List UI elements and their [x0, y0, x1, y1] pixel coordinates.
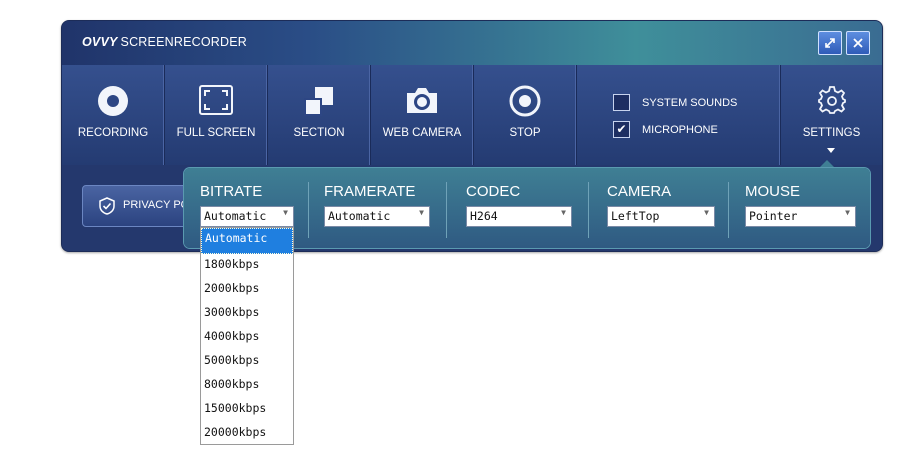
divider [308, 182, 309, 238]
camera-select[interactable]: LeftTop ▼ [607, 206, 715, 227]
bitrate-option[interactable]: 5000kbps [201, 350, 293, 374]
fullscreen-icon [199, 85, 233, 115]
camera-icon [407, 88, 437, 113]
full-screen-label: FULL SCREEN [176, 127, 256, 139]
web-camera-button[interactable]: WEB CAMERA [371, 65, 474, 165]
bitrate-option[interactable]: 20000kbps [201, 422, 293, 446]
chevron-down-icon: ▼ [283, 208, 288, 217]
system-sounds-label: SYSTEM SOUNDS [642, 96, 738, 109]
bitrate-option[interactable]: 2000kbps [201, 278, 293, 302]
codec-label: CODEC [466, 183, 521, 200]
web-camera-label: WEB CAMERA [382, 127, 462, 139]
stop-icon [509, 85, 541, 117]
product-name: SCREENRECORDER [120, 35, 247, 49]
chevron-down-icon: ▼ [561, 208, 566, 217]
brand-name: OVVY [82, 35, 118, 49]
close-icon [853, 38, 863, 48]
section-label: SECTION [293, 127, 345, 139]
panel-pointer [819, 160, 835, 168]
title-bar[interactable]: OVVY SCREENRECORDER [62, 21, 882, 65]
bitrate-dropdown-list: Automatic 1800kbps 2000kbps 3000kbps 400… [200, 227, 294, 445]
chevron-down-icon: ▼ [845, 208, 850, 217]
section-icon [304, 87, 333, 116]
settings-label: SETTINGS [802, 127, 861, 139]
stop-label: STOP [509, 127, 541, 139]
framerate-select[interactable]: Automatic ▼ [324, 206, 430, 227]
framerate-label: FRAMERATE [324, 183, 416, 200]
chevron-down-icon: ▼ [704, 208, 709, 217]
maximize-button[interactable] [818, 31, 842, 55]
mouse-value: Pointer [749, 209, 798, 223]
bitrate-option[interactable]: 15000kbps [201, 398, 293, 422]
record-icon [98, 86, 128, 116]
app-logo: OVVY SCREENRECORDER [82, 35, 247, 49]
bitrate-option[interactable]: 8000kbps [201, 374, 293, 398]
divider [446, 182, 447, 238]
audio-options: SYSTEM SOUNDS ✔ MICROPHONE [577, 65, 781, 165]
bitrate-select[interactable]: Automatic ▼ [200, 206, 294, 227]
expand-icon [825, 38, 835, 48]
bitrate-option[interactable]: 3000kbps [201, 302, 293, 326]
bitrate-value: Automatic [204, 209, 267, 223]
mouse-select[interactable]: Pointer ▼ [745, 206, 856, 227]
close-button[interactable] [846, 31, 870, 55]
stop-button[interactable]: STOP [474, 65, 577, 165]
full-screen-button[interactable]: FULL SCREEN [165, 65, 268, 165]
framerate-value: Automatic [328, 209, 391, 223]
codec-select[interactable]: H264 ▼ [466, 206, 572, 227]
system-sounds-checkbox[interactable]: SYSTEM SOUNDS [613, 94, 737, 111]
divider [728, 182, 729, 238]
section-button[interactable]: SECTION [268, 65, 371, 165]
chevron-down-icon: ▼ [419, 208, 424, 217]
shield-check-icon [99, 197, 115, 215]
bitrate-option[interactable]: 4000kbps [201, 326, 293, 350]
recording-label: RECORDING [77, 127, 149, 139]
bitrate-label: BITRATE [200, 183, 263, 200]
microphone-box[interactable]: ✔ [613, 121, 630, 138]
bitrate-option[interactable]: Automatic [201, 228, 293, 254]
recording-button[interactable]: RECORDING [62, 65, 165, 165]
microphone-label: MICROPHONE [642, 123, 718, 136]
microphone-checkbox[interactable]: ✔ MICROPHONE [613, 121, 718, 138]
camera-label: CAMERA [607, 183, 672, 200]
gear-icon [817, 86, 846, 114]
codec-value: H264 [470, 209, 498, 223]
caret-down-icon [827, 148, 835, 153]
divider [588, 182, 589, 238]
mouse-label: MOUSE [745, 183, 801, 200]
settings-button[interactable]: SETTINGS [781, 65, 882, 165]
bitrate-option[interactable]: 1800kbps [201, 254, 293, 278]
system-sounds-box[interactable] [613, 94, 630, 111]
camera-value: LeftTop [611, 209, 660, 223]
toolbar: RECORDING FULL SCREEN SECTION WEB CAMERA… [62, 65, 882, 165]
